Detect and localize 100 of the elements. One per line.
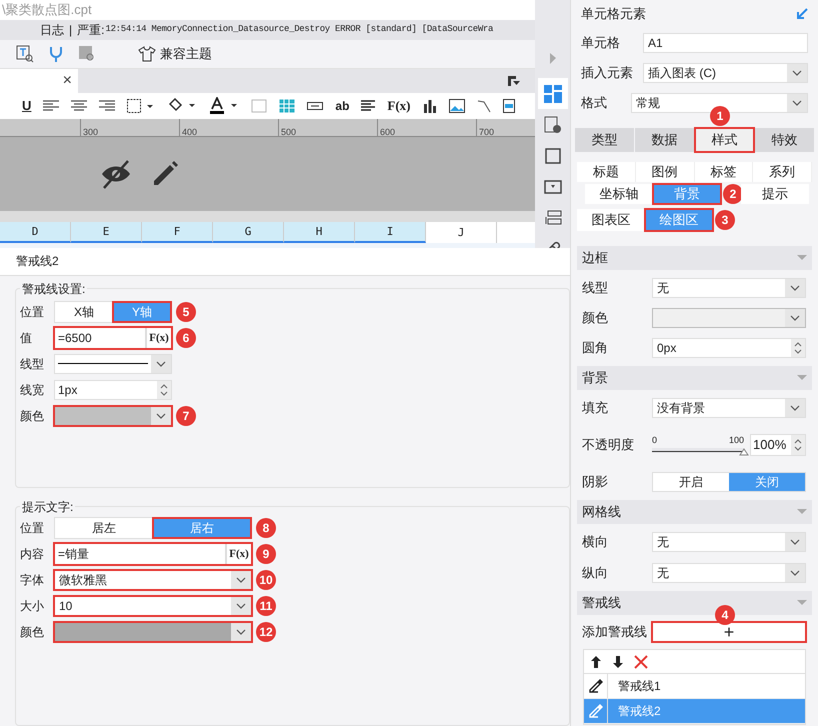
dropdown-menu-icon[interactable] — [507, 74, 521, 87]
color-picker[interactable] — [652, 308, 806, 328]
column-header[interactable]: G — [213, 222, 284, 244]
section-header[interactable]: 边框 — [577, 246, 812, 270]
chevron-icon — [785, 532, 805, 550]
step-marker: 11 — [256, 596, 276, 616]
font-color-icon[interactable] — [209, 96, 240, 115]
spinner-field[interactable]: 100% — [750, 434, 806, 456]
dropdown[interactable]: 插入图表 (C) — [643, 63, 808, 83]
theme-button[interactable]: 兼容主题 — [138, 44, 212, 64]
field-icon[interactable] — [307, 102, 324, 110]
bar-chart-icon[interactable] — [422, 98, 437, 113]
field-label: 大小 — [20, 598, 45, 615]
column-header[interactable]: E — [71, 222, 142, 244]
align-left-icon[interactable] — [43, 100, 60, 112]
tab[interactable]: 数据 — [635, 128, 694, 152]
step-marker: 1 — [710, 106, 730, 126]
pencil-icon[interactable] — [588, 679, 602, 693]
sub-tab[interactable]: 坐标轴 — [585, 184, 653, 204]
section-header[interactable]: 网格线 — [577, 500, 812, 524]
move-up-icon[interactable] — [590, 654, 602, 668]
spinner-arrows-icon — [791, 339, 805, 357]
slider-min-label: 0 — [652, 434, 658, 447]
field-label: 横向 — [582, 532, 609, 551]
sub-tab[interactable]: 系列 — [753, 162, 812, 182]
toggle-option[interactable]: 开启 — [653, 473, 729, 491]
ruler-label: 700 — [479, 127, 494, 136]
tab[interactable]: 特效 — [755, 128, 814, 152]
text-tool-button[interactable]: ab — [335, 96, 350, 115]
window-title: \聚类散点图.cpt — [2, 1, 92, 19]
formula-button[interactable]: F(x) — [387, 96, 411, 116]
column-header[interactable]: D — [0, 222, 71, 244]
field-label: 值 — [20, 330, 33, 347]
sub-tab[interactable]: 标题 — [577, 162, 636, 182]
step-marker: 2 — [723, 184, 743, 204]
collapse-caret-icon — [797, 509, 807, 515]
column-header[interactable]: H — [284, 222, 355, 244]
shirt-icon — [138, 46, 156, 62]
collapse-caret-icon — [797, 255, 807, 261]
tab[interactable]: 样式 — [695, 128, 754, 152]
input-field[interactable]: A1 — [643, 33, 808, 53]
dropdown[interactable]: 常规 — [631, 93, 808, 113]
input-field[interactable]: =6500 — [54, 326, 146, 349]
field-label: 颜色 — [20, 408, 45, 425]
slider-thumb[interactable] — [739, 448, 749, 456]
plug-icon[interactable] — [48, 45, 64, 64]
dropdown[interactable]: 无 — [652, 562, 806, 582]
column-header[interactable]: I — [355, 222, 426, 244]
add-button[interactable]: + — [652, 622, 806, 642]
sub-tab[interactable]: 提示 — [741, 184, 809, 204]
spinner-arrows-icon — [791, 435, 805, 455]
hidden-eye-icon[interactable] — [100, 159, 132, 190]
slider-max-label: 100 — [728, 434, 744, 447]
dropdown[interactable]: 没有背景 — [652, 398, 806, 418]
input-field[interactable]: =销量 — [54, 542, 226, 565]
line-style-dropdown[interactable] — [54, 354, 172, 374]
dropdown[interactable]: 无 — [652, 532, 806, 552]
close-tab-button[interactable]: × — [62, 72, 72, 89]
tab[interactable]: 类型 — [575, 128, 634, 152]
document-icon[interactable] — [502, 98, 515, 113]
delete-icon[interactable] — [634, 654, 648, 668]
field-label: 圆角 — [582, 339, 609, 358]
panel-title: 单元格元素 — [581, 5, 646, 24]
collapse-arrow-icon[interactable] — [796, 8, 808, 20]
underline-button[interactable]: U — [22, 96, 32, 116]
field-label: 线宽 — [20, 382, 45, 399]
align-center-icon[interactable] — [71, 100, 88, 112]
step-marker: 3 — [715, 210, 735, 230]
text-search-icon[interactable] — [16, 45, 34, 64]
formula-field[interactable]: =6500 F(x) — [54, 326, 172, 349]
sub-tab[interactable]: 标签 — [694, 162, 754, 182]
sub-tab[interactable]: 图例 — [636, 162, 694, 182]
dropdown[interactable]: 10 — [54, 596, 252, 616]
field-label: 插入元素 — [581, 64, 634, 82]
move-down-icon[interactable] — [612, 654, 624, 668]
border-icon[interactable] — [127, 98, 156, 113]
color-picker[interactable] — [54, 622, 252, 642]
section-header[interactable]: 背景 — [577, 366, 812, 390]
column-header[interactable]: F — [142, 222, 213, 244]
spinner-field[interactable]: 1px — [54, 380, 172, 400]
image-icon[interactable] — [448, 98, 465, 113]
dropdown[interactable]: 微软雅黑 — [54, 570, 252, 590]
formula-button[interactable]: F(x) — [146, 326, 172, 349]
step-marker: 9 — [256, 544, 276, 564]
formula-button[interactable]: F(x) — [226, 542, 252, 565]
step-marker: 10 — [256, 570, 276, 590]
spinner-field[interactable]: 0px — [652, 338, 806, 358]
color-picker[interactable] — [54, 406, 172, 426]
dropdown[interactable]: 无 — [652, 278, 806, 298]
text-lines-icon[interactable] — [361, 100, 376, 112]
list-item[interactable]: 警戒线1 — [584, 674, 805, 699]
layout-grid-icon[interactable] — [538, 78, 568, 109]
formula-field[interactable]: =销量 F(x) — [54, 542, 252, 565]
spinner-arrows-icon — [157, 380, 171, 399]
field-label: 位置 — [20, 520, 45, 537]
align-right-icon[interactable] — [99, 100, 116, 112]
chevron-icon — [231, 596, 251, 615]
sub-tab[interactable]: 图表区 — [577, 209, 645, 231]
ruler-label: 300 — [83, 127, 98, 136]
log-label[interactable]: 日志 — [40, 20, 64, 39]
